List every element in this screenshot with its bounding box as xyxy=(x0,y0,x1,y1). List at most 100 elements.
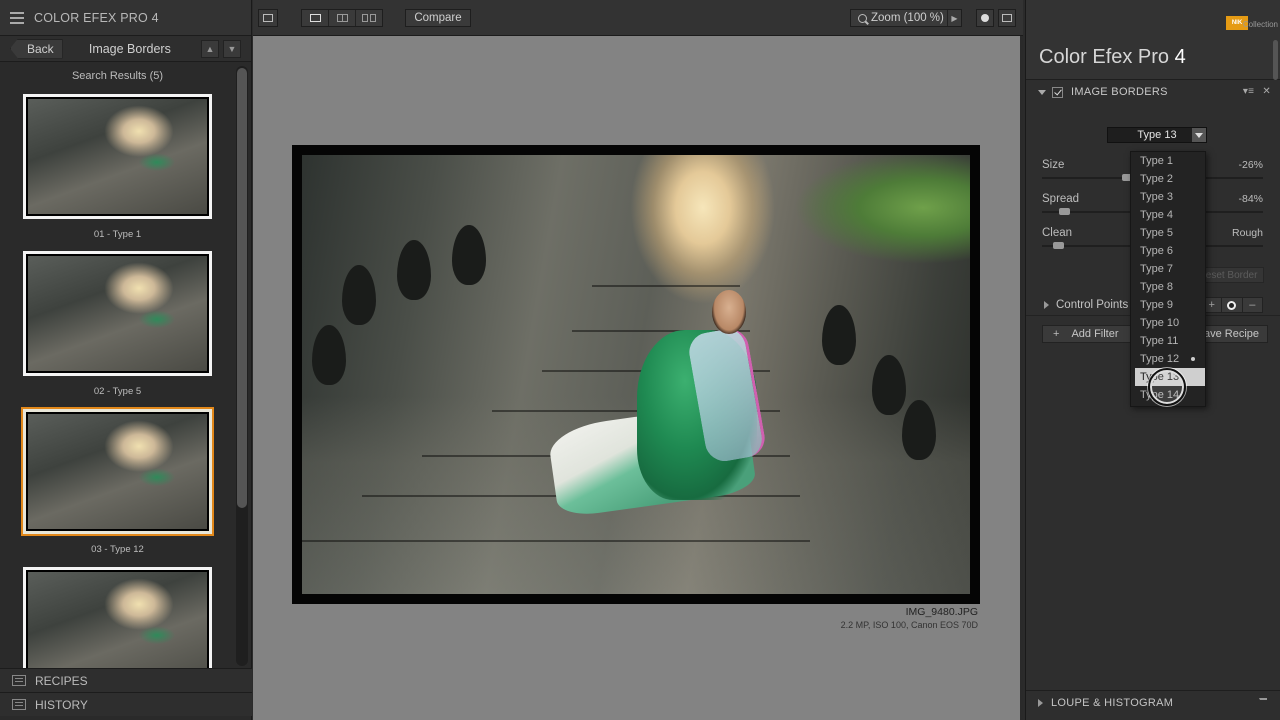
plus-icon: + xyxy=(1053,328,1060,340)
recipes-section-toggle[interactable]: RECIPES xyxy=(0,668,252,692)
scrollbar-thumb[interactable] xyxy=(237,68,247,508)
zoom-next-icon[interactable]: ▶ xyxy=(947,10,961,26)
filter-title: IMAGE BORDERS xyxy=(1071,86,1168,98)
loupe-histogram-section[interactable]: LOUPE & HISTOGRAM xyxy=(1026,690,1280,714)
control-point-toggle-button[interactable] xyxy=(1222,298,1243,312)
nav-bar: Back Image Borders ▲ ▼ xyxy=(0,36,251,62)
preset-label: 03 - Type 12 xyxy=(91,544,144,555)
subject-head xyxy=(712,290,746,334)
filter-nav-title: Image Borders xyxy=(88,41,171,56)
spread-value: -84% xyxy=(1238,193,1263,205)
side-by-side-icon xyxy=(362,14,376,22)
zoom-label: Zoom (100 %) xyxy=(871,12,944,24)
history-icon xyxy=(12,699,26,710)
close-icon[interactable]: ✕ xyxy=(1262,86,1271,97)
dropdown-option-type-9[interactable]: Type 9 xyxy=(1131,296,1205,314)
dropdown-option-type-7[interactable]: Type 7 xyxy=(1131,260,1205,278)
brand-version: 4 xyxy=(1174,46,1186,68)
history-label: HISTORY xyxy=(35,697,88,712)
brand-title: Color Efex Pro 4 xyxy=(1039,46,1186,69)
magnifier-icon xyxy=(858,13,867,23)
dropdown-option-type-8[interactable]: Type 8 xyxy=(1131,278,1205,296)
size-value: -26% xyxy=(1238,159,1263,171)
touch-cursor-icon xyxy=(1148,368,1186,406)
left-panel: COLOR EFEX PRO 4 Back Image Borders ▲ ▼ … xyxy=(0,0,252,720)
dropdown-option-type-10[interactable]: Type 10 xyxy=(1131,314,1205,332)
slider-handle[interactable] xyxy=(1053,242,1064,249)
control-point-icon xyxy=(1227,300,1237,310)
nik-collection-label: Collection xyxy=(1242,20,1278,29)
clean-value: Rough xyxy=(1232,227,1263,239)
add-filter-button[interactable]: + Add Filter xyxy=(1042,325,1142,343)
spread-label: Spread xyxy=(1042,193,1080,205)
file-metadata: 2.2 MP, ISO 100, Canon EOS 70D xyxy=(840,620,978,630)
previous-filter-button[interactable]: ▲ xyxy=(201,39,219,58)
clean-label: Clean xyxy=(1042,227,1073,239)
panel-toggle-icon xyxy=(263,14,273,22)
dropdown-option-type-1[interactable]: Type 1 xyxy=(1131,152,1205,170)
add-filter-label: Add Filter xyxy=(1071,328,1119,340)
file-name: IMG_9480.JPG xyxy=(905,606,978,618)
preview-toolbar: Compare Zoom (100 %) ▶ xyxy=(253,0,1023,36)
lightbulb-icon xyxy=(981,14,989,22)
recipes-icon xyxy=(12,675,26,686)
preset-thumbnail-list: 01 - Type 1 02 - Type 5 03 - Type 12 xyxy=(0,90,234,668)
dropdown-option-type-12[interactable]: Type 12 xyxy=(1131,350,1205,368)
view-mode-group xyxy=(301,9,383,27)
expand-triangle-icon[interactable] xyxy=(1044,300,1049,309)
right-panel-scrollbar[interactable] xyxy=(1273,40,1278,80)
chevron-down-icon xyxy=(1192,128,1206,142)
loupe-label: LOUPE & HISTOGRAM xyxy=(1051,696,1174,709)
single-view-icon xyxy=(309,14,321,22)
preset-label: 02 - Type 5 xyxy=(93,386,142,397)
remove-control-point-button[interactable]: – xyxy=(1243,298,1262,312)
slider-handle[interactable] xyxy=(1059,208,1070,215)
collapse-triangle-icon[interactable] xyxy=(1038,89,1046,95)
split-view-icon xyxy=(336,14,348,22)
center-divider xyxy=(1020,36,1023,720)
panel-toggle-icon xyxy=(1002,14,1012,22)
control-points-label: Control Points xyxy=(1056,298,1129,311)
control-point-tools: + – xyxy=(1201,297,1263,313)
preset-thumbnail-4[interactable] xyxy=(23,567,212,668)
dropdown-option-type-2[interactable]: Type 2 xyxy=(1131,170,1205,188)
toggle-right-panel-button[interactable] xyxy=(998,9,1016,27)
size-label: Size xyxy=(1042,159,1065,171)
toggle-panel-button[interactable] xyxy=(258,9,278,27)
zoom-control[interactable]: Zoom (100 %) ▶ xyxy=(850,9,962,27)
next-filter-button[interactable]: ▼ xyxy=(223,39,241,58)
pin-icon[interactable] xyxy=(1259,698,1267,708)
app-title-bar: COLOR EFEX PRO 4 xyxy=(0,0,251,36)
dropdown-option-type-5[interactable]: Type 5 xyxy=(1131,224,1205,242)
expand-triangle-icon[interactable] xyxy=(1038,698,1043,707)
preset-label: 01 - Type 1 xyxy=(93,229,142,240)
border-type-value: Type 13 xyxy=(1137,129,1177,141)
side-by-side-button[interactable] xyxy=(356,10,382,26)
preset-thumbnail-type-5[interactable]: 02 - Type 5 xyxy=(23,251,212,397)
compare-button[interactable]: Compare xyxy=(405,9,471,27)
back-button[interactable]: Back xyxy=(10,38,63,59)
preset-thumbnail-type-12[interactable]: 03 - Type 12 xyxy=(23,409,212,555)
preview-image[interactable] xyxy=(302,155,970,594)
brand-header: NIK Collection Color Efex Pro 4 xyxy=(1026,0,1280,80)
preview-area: Compare Zoom (100 %) ▶ IMG_9480.JPG 2.2 … xyxy=(253,0,1023,720)
dropdown-option-type-11[interactable]: Type 11 xyxy=(1131,332,1205,350)
recipes-label: RECIPES xyxy=(35,673,88,688)
brand-name: Color Efex Pro xyxy=(1039,46,1170,68)
dropdown-option-type-6[interactable]: Type 6 xyxy=(1131,242,1205,260)
image-border-frame xyxy=(292,145,980,604)
preset-thumbnail-type-1[interactable]: 01 - Type 1 xyxy=(23,94,212,240)
search-results-count: Search Results (5) xyxy=(71,70,164,82)
background-color-button[interactable] xyxy=(976,9,994,27)
filter-menu-icon[interactable]: ▾≡ xyxy=(1243,86,1254,97)
menu-icon[interactable] xyxy=(10,11,24,24)
border-type-select[interactable]: Type 13 xyxy=(1107,127,1207,143)
thumbnail-scrollbar[interactable] xyxy=(236,66,248,666)
filter-enable-checkbox[interactable] xyxy=(1052,86,1063,98)
dropdown-option-type-3[interactable]: Type 3 xyxy=(1131,188,1205,206)
history-section-toggle[interactable]: HISTORY xyxy=(0,692,252,716)
split-view-button[interactable] xyxy=(329,10,356,26)
single-view-button[interactable] xyxy=(302,10,329,26)
dropdown-option-type-4[interactable]: Type 4 xyxy=(1131,206,1205,224)
filter-header[interactable]: IMAGE BORDERS ▾≡ ✕ xyxy=(1026,80,1280,104)
